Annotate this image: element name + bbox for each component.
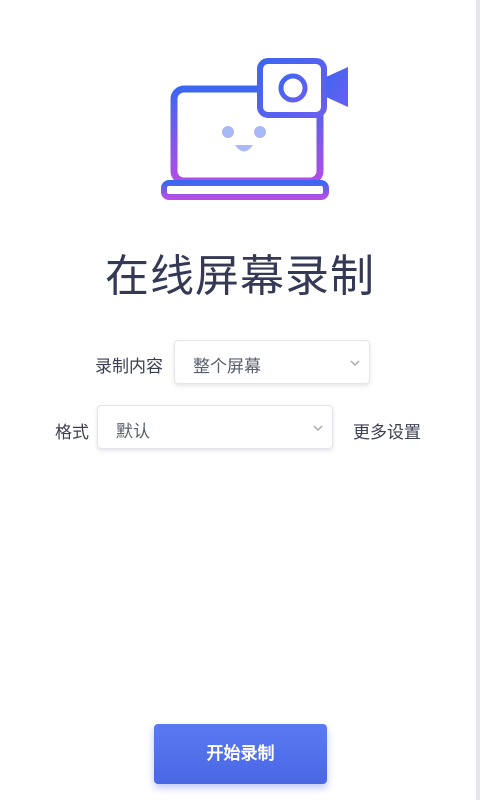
chevron-down-icon	[313, 425, 323, 432]
chevron-down-icon	[350, 360, 360, 367]
content-select[interactable]: 整个屏幕	[174, 340, 370, 384]
format-select-value: 默认	[116, 422, 150, 442]
app-page: 在线屏幕录制 录制内容 整个屏幕 格式 默认 更多设置 开始录制	[0, 0, 480, 800]
content-select-value: 整个屏幕	[193, 357, 261, 377]
laptop-camera-icon	[161, 58, 348, 200]
format-select[interactable]: 默认	[97, 405, 333, 449]
start-recording-button[interactable]: 开始录制	[154, 724, 327, 784]
page-title: 在线屏幕录制	[105, 251, 375, 302]
content-label: 录制内容	[95, 357, 163, 377]
more-settings-link[interactable]: 更多设置	[353, 418, 421, 443]
window-edge	[476, 0, 480, 800]
format-label: 格式	[55, 423, 89, 443]
